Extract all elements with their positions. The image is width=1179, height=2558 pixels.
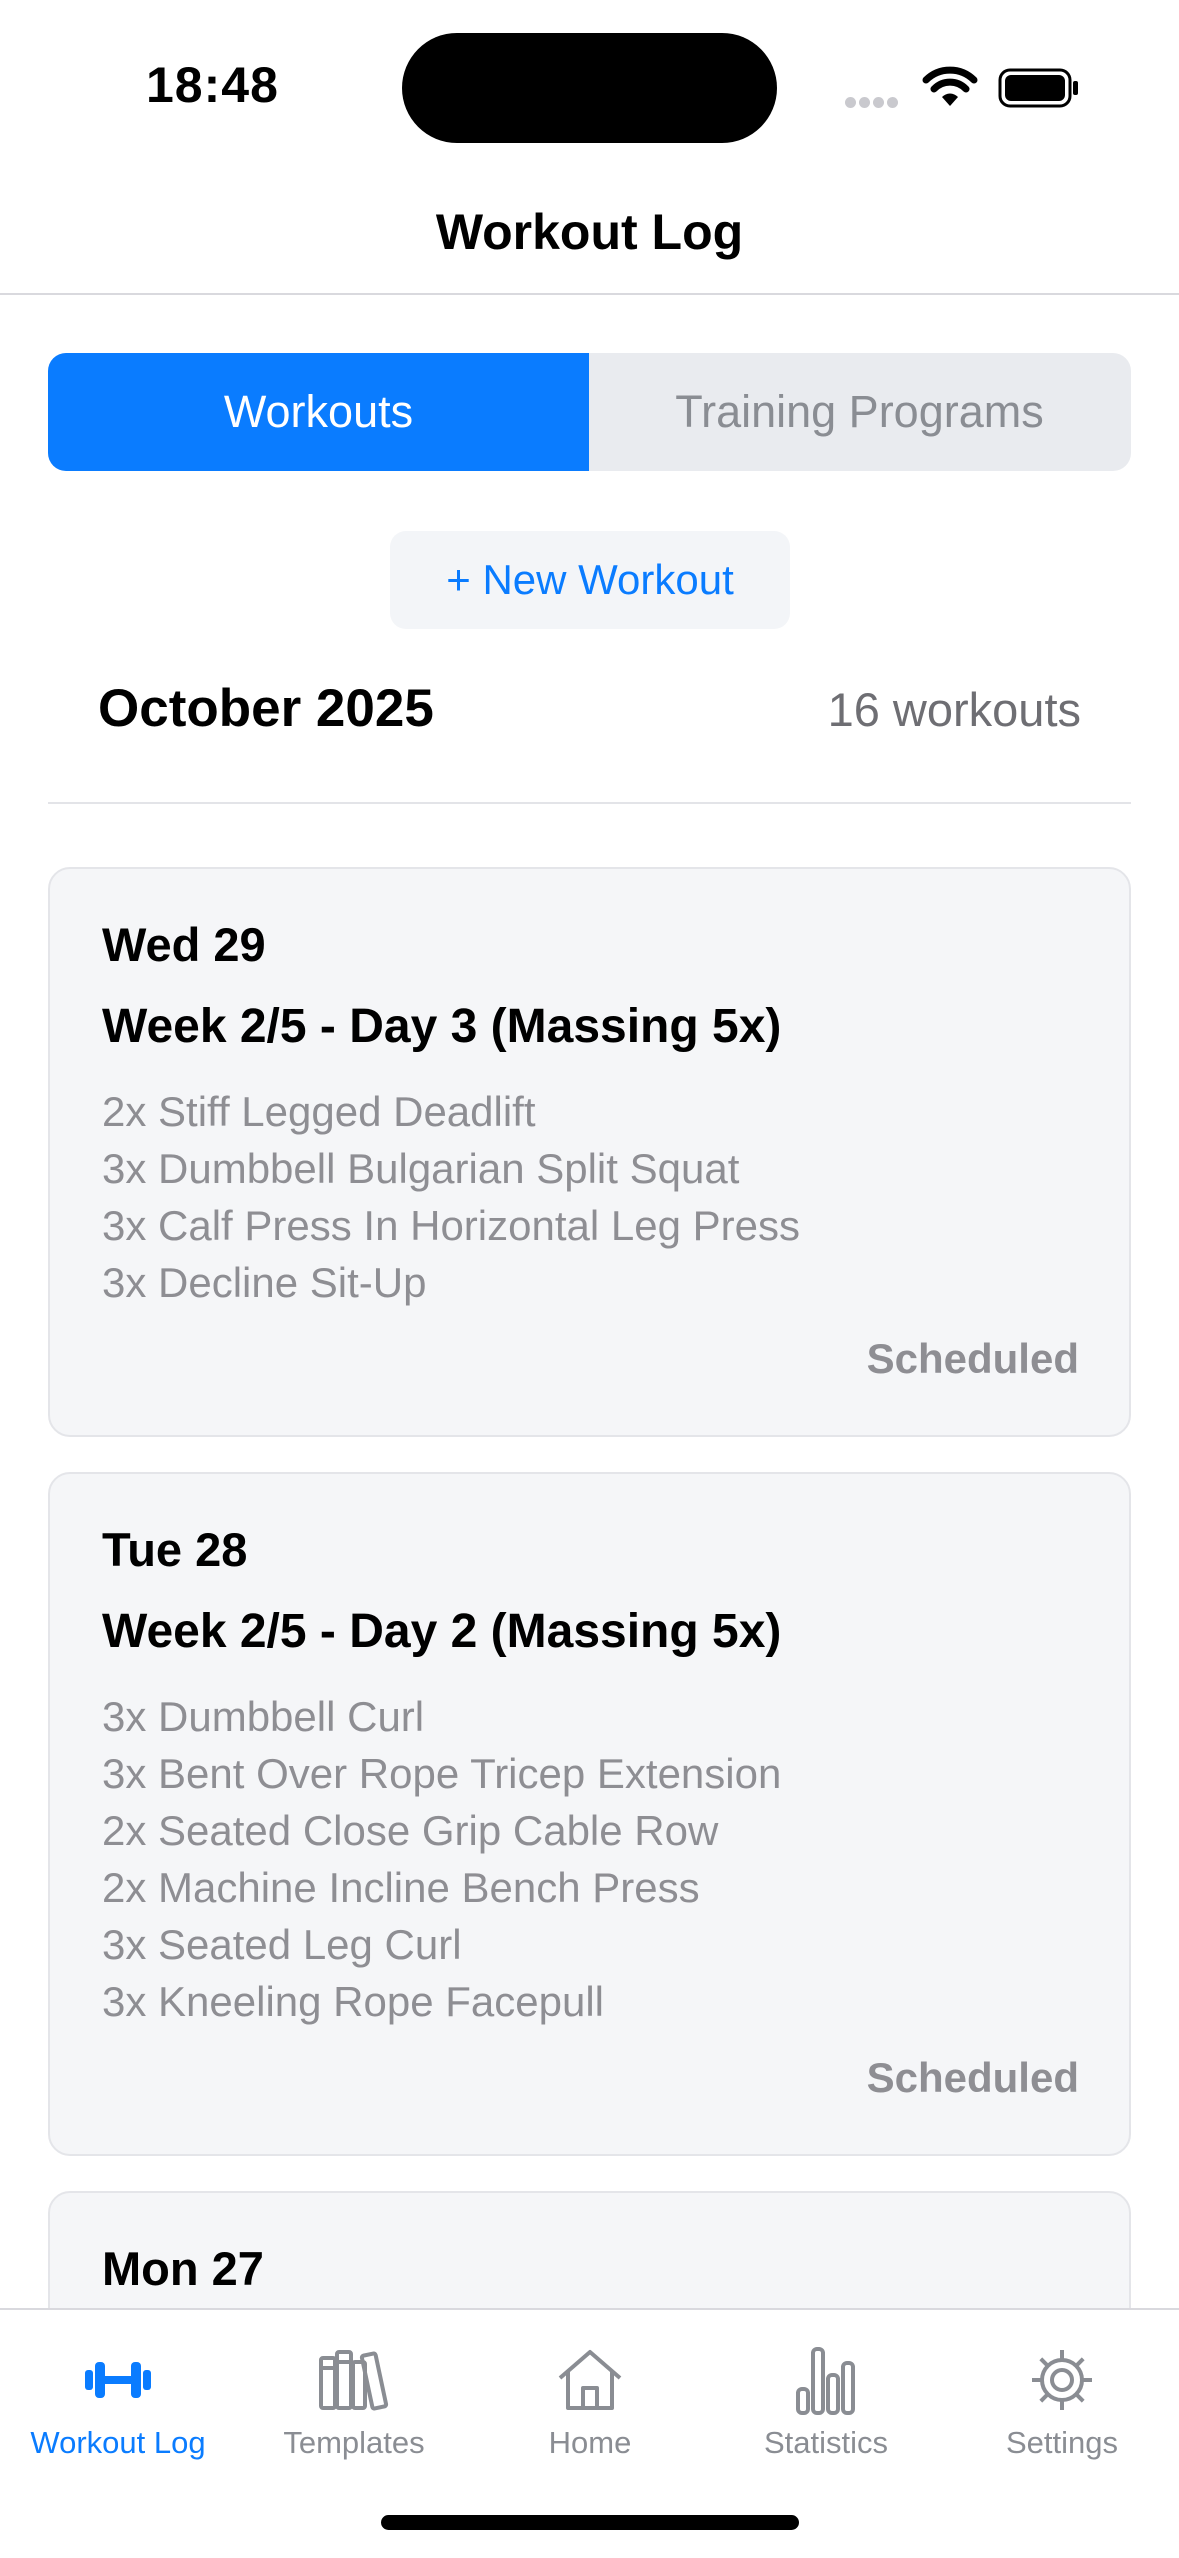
exercise-item: 3x Seated Leg Curl	[102, 1921, 462, 1968]
books-icon	[319, 2350, 389, 2411]
status-bar: 18:48	[0, 0, 1179, 170]
status-time: 18:48	[146, 57, 279, 113]
exercise-item: 3x Bent Over Rope Tricep Extension	[102, 1750, 782, 1797]
home-indicator	[381, 2515, 799, 2530]
cellular-signal-icon	[845, 95, 901, 113]
tab-label: Statistics	[763, 2425, 889, 2460]
dynamic-island	[402, 33, 777, 143]
segment-workouts[interactable]: Workouts	[48, 353, 589, 471]
workout-count: 16 workouts	[827, 683, 1081, 736]
segment-training-programs[interactable]: Training Programs	[589, 353, 1130, 471]
tab-workout-log[interactable]: Workout Log	[0, 2310, 236, 2480]
tab-label: Workout Log	[30, 2425, 206, 2460]
exercise-item: 3x Decline Sit-Up	[102, 1259, 427, 1306]
exercise-item: 3x Dumbbell Bulgarian Split Squat	[102, 1145, 740, 1192]
tab-templates[interactable]: Templates	[236, 2310, 472, 2480]
house-icon	[558, 2350, 622, 2410]
exercise-item: 2x Seated Close Grip Cable Row	[102, 1807, 719, 1854]
tab-settings[interactable]: Settings	[944, 2310, 1179, 2480]
wifi-icon	[922, 66, 978, 106]
dumbbell-icon	[85, 2362, 151, 2398]
status-label: Scheduled	[866, 2054, 1079, 2101]
workout-title: Week 2/5 - Day 2 (Massing 5x)	[102, 1605, 782, 1658]
exercise-list: 2x Stiff Legged Deadlift 3x Dumbbell Bul…	[102, 1083, 800, 1311]
month-divider	[48, 802, 1131, 804]
tab-home[interactable]: Home	[472, 2310, 708, 2480]
exercise-list: 3x Dumbbell Curl 3x Bent Over Rope Trice…	[102, 1688, 781, 2030]
nav-divider	[0, 293, 1179, 295]
bar-chart-icon	[796, 2347, 855, 2415]
battery-icon	[998, 68, 1078, 108]
workout-date: Tue 28	[102, 1523, 248, 1576]
month-title: October 2025	[98, 679, 434, 738]
exercise-item: 3x Kneeling Rope Facepull	[102, 1978, 604, 2025]
workout-date: Wed 29	[102, 918, 266, 971]
tab-label: Home	[548, 2425, 632, 2460]
exercise-item: 2x Stiff Legged Deadlift	[102, 1088, 536, 1135]
exercise-item: 2x Machine Incline Bench Press	[102, 1864, 700, 1911]
segmented-control: Workouts Training Programs	[48, 353, 1131, 471]
gear-icon	[1032, 2350, 1092, 2410]
workout-card[interactable]: Tue 28 Week 2/5 - Day 2 (Massing 5x) 3x …	[48, 1472, 1131, 2156]
tab-label: Templates	[283, 2425, 425, 2460]
tab-label: Settings	[1005, 2425, 1118, 2460]
page-title: Workout Log	[435, 204, 744, 260]
workout-title: Week 2/5 - Day 3 (Massing 5x)	[102, 1000, 782, 1053]
workout-card[interactable]: Wed 29 Week 2/5 - Day 3 (Massing 5x) 2x …	[48, 867, 1131, 1437]
exercise-item: 3x Calf Press In Horizontal Leg Press	[102, 1202, 800, 1249]
status-label: Scheduled	[866, 1335, 1079, 1382]
new-workout-button[interactable]: + New Workout	[390, 531, 790, 629]
workout-date: Mon 27	[102, 2242, 264, 2295]
tab-statistics[interactable]: Statistics	[708, 2310, 944, 2480]
exercise-item: 3x Dumbbell Curl	[102, 1693, 425, 1740]
